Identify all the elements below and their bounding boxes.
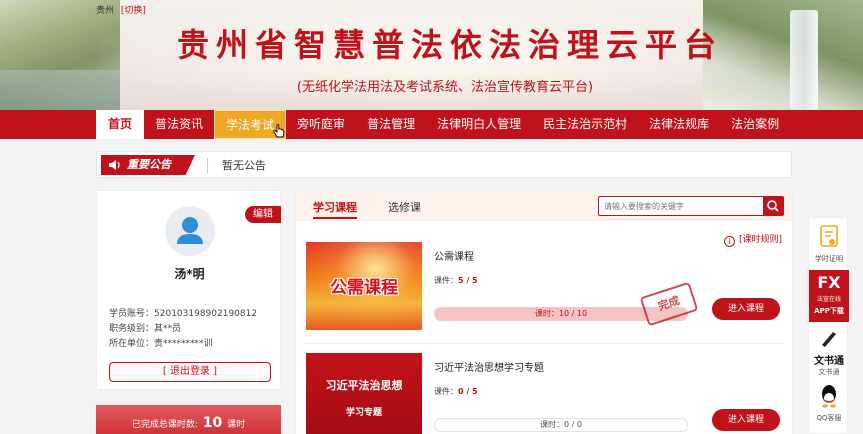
enter-course-button[interactable]: 进入课程 bbox=[712, 298, 780, 320]
course-title[interactable]: 公需课程 bbox=[434, 248, 474, 263]
course-thumbnail[interactable]: 公需课程 bbox=[306, 242, 422, 330]
edit-profile-button[interactable]: 编辑 bbox=[245, 206, 281, 223]
account-row: 学员账号：520103198902190812 bbox=[109, 309, 258, 319]
level-row: 职务级别：其**员 bbox=[109, 324, 182, 334]
hand-cursor-icon bbox=[273, 124, 285, 138]
fx-logo-icon: FX bbox=[817, 273, 841, 292]
user-icon bbox=[177, 217, 203, 244]
certificate-icon bbox=[820, 225, 838, 247]
qq-icon bbox=[822, 385, 836, 408]
page: 贵州 [切换] 贵州省智慧普法依法治理云平台 (无纸化学法用法及考试系统、法治宣… bbox=[0, 0, 863, 434]
nav-item-management[interactable]: 普法管理 bbox=[356, 110, 426, 139]
tab-elective-courses[interactable]: 选修课 bbox=[388, 199, 421, 215]
region-switch-link[interactable]: [切换] bbox=[121, 6, 146, 16]
course-item: 公需课程 公需课程 课件：5 / 5 课时：10 / 10 完成 进入课程 bbox=[306, 242, 784, 332]
site-title: 贵州省智慧普法依法治理云平台 bbox=[176, 26, 723, 64]
course-title[interactable]: 习近平法治思想学习专题 bbox=[434, 359, 544, 374]
tab-required-courses[interactable]: 学习课程 bbox=[313, 199, 357, 219]
user-profile-card: 编辑 汤*明 学员账号：520103198902190812 职务级别：其**员… bbox=[96, 190, 281, 390]
region-selector: 贵州 [切换] bbox=[96, 3, 146, 16]
enter-course-button[interactable]: 进入课程 bbox=[712, 409, 780, 431]
user-name: 汤*明 bbox=[174, 267, 205, 281]
main-nav: 首页 普法资讯 学法考试 旁听庭审 普法管理 法律明白人管理 民主法治示范村 法… bbox=[0, 110, 863, 139]
nav-item-model-village[interactable]: 民主法治示范村 bbox=[532, 110, 638, 139]
nav-item-legal-people[interactable]: 法律明白人管理 bbox=[426, 110, 532, 139]
course-tabbar: 学习课程 选修课 bbox=[296, 191, 792, 221]
region-name: 贵州 bbox=[96, 6, 115, 16]
course-count: 课件：5 / 5 bbox=[434, 276, 478, 285]
course-search bbox=[598, 196, 784, 216]
course-progress-bar: 课时：0 / 0 bbox=[434, 418, 688, 432]
total-credit-value: 10 bbox=[202, 415, 223, 431]
search-icon bbox=[767, 200, 779, 212]
announcement-text: 暂无公告 bbox=[222, 159, 266, 172]
completed-stamp: 完成 bbox=[639, 281, 699, 327]
course-thumbnail[interactable]: 习近平法治思想 学习专题 bbox=[306, 353, 422, 434]
total-credit-box: 已完成总课时数: 10 课时 bbox=[96, 405, 281, 434]
announcement-bar: 重要公告 暂无公告 bbox=[96, 151, 792, 178]
courses-panel: 学习课程 选修课 i[课时规则] 公需课程 公需课程 课件 bbox=[295, 190, 793, 434]
avatar bbox=[165, 206, 215, 256]
search-input[interactable] bbox=[599, 197, 763, 215]
user-info: 学员账号：520103198902190812 职务级别：其**员 所在单位：贵… bbox=[109, 307, 257, 352]
announcement-badge: 重要公告 bbox=[101, 155, 195, 175]
course-item: 习近平法治思想 学习专题 习近平法治思想学习专题 课件：0 / 5 课时：0 /… bbox=[306, 353, 784, 434]
floating-sidebar: 学时证明 FX 法宣在线 APP下载 文书通 文书通 QQ客服 bbox=[808, 217, 849, 434]
search-button[interactable] bbox=[763, 197, 783, 215]
floatbar-item-certificate[interactable]: 学时证明 bbox=[809, 224, 849, 264]
pen-icon bbox=[822, 332, 836, 347]
floatbar-item-documents[interactable]: 文书通 文书通 bbox=[809, 328, 849, 377]
course-count: 课件：0 / 5 bbox=[434, 387, 478, 396]
waterfall-image bbox=[790, 10, 818, 110]
site-subtitle: (无纸化学法用法及考试系统、法治宣传教育云平台) bbox=[296, 80, 594, 95]
nav-item-news[interactable]: 普法资讯 bbox=[144, 110, 214, 139]
logout-button[interactable]: [ 退出登录 ] bbox=[109, 362, 271, 382]
nav-item-cases[interactable]: 法治案例 bbox=[720, 110, 790, 139]
nav-item-trial[interactable]: 旁听庭审 bbox=[286, 110, 356, 139]
nav-item-law-library[interactable]: 法律法规库 bbox=[638, 110, 720, 139]
unit-row: 所在单位：贵*********训 bbox=[109, 339, 213, 349]
speaker-icon bbox=[109, 160, 120, 170]
nav-item-home[interactable]: 首页 bbox=[96, 110, 145, 139]
floatbar-item-app-download[interactable]: FX 法宣在线 APP下载 bbox=[809, 270, 849, 322]
floatbar-item-qq-service[interactable]: QQ客服 bbox=[809, 383, 849, 423]
